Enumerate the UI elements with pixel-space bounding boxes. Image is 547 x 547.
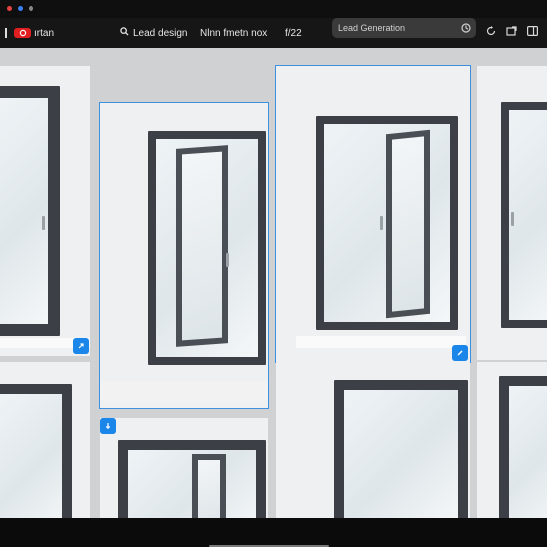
bottom-bar [0,518,547,547]
window-sill [100,381,268,401]
app-label: ırtan [34,27,55,39]
nav-item-label: Lead design [133,27,188,39]
window-handle [380,216,383,230]
nav-item-lead-design[interactable]: Lead design [120,18,188,48]
app-logo-icon [14,28,31,38]
minimize-window-button[interactable] [18,6,23,11]
close-window-button[interactable] [7,6,12,11]
link-icon[interactable] [73,338,89,354]
image-gallery [0,48,547,518]
window-sash [176,145,228,347]
window-tile-3[interactable] [275,65,471,363]
window-tile-7[interactable] [276,362,470,518]
window-glass [509,110,547,320]
window-sash [386,129,430,319]
window-handle [226,253,229,267]
window-handle [42,216,45,230]
app-brand[interactable]: ırtan [14,18,54,48]
window-handle [511,212,514,226]
page-counter-label: f/22 [285,27,302,39]
window-tile-5[interactable] [0,362,90,518]
window-glass [509,386,547,518]
sidebar-icon [5,28,7,38]
title-bar [0,0,547,18]
panel-icon[interactable] [527,23,539,41]
nav-item-label: Nlnn fmetn nox [200,27,268,39]
window-tile-4[interactable] [477,66,547,397]
pin-icon[interactable] [100,418,116,434]
window-tile-1[interactable] [0,66,90,356]
window-tile-2[interactable] [99,102,269,409]
sidebar-toggle[interactable] [5,18,7,48]
search-icon [120,27,129,39]
window-tile-6[interactable] [100,418,268,518]
window-glass [0,394,62,518]
refresh-icon[interactable] [486,23,496,41]
window-sash [192,454,226,518]
export-icon[interactable] [506,23,517,41]
nav-item-secondary[interactable]: Nlnn fmetn nox [200,18,267,48]
search-input[interactable]: Lead Generation [332,18,476,38]
window-tile-8[interactable] [477,362,547,518]
clock-icon[interactable] [461,23,471,35]
maximize-window-button[interactable] [29,6,33,11]
page-counter[interactable]: f/22 [285,18,302,48]
search-input-value: Lead Generation [338,23,406,33]
edit-icon[interactable] [452,345,468,361]
window-glass [0,98,48,324]
window-sill [296,336,466,348]
window-glass [344,390,458,518]
